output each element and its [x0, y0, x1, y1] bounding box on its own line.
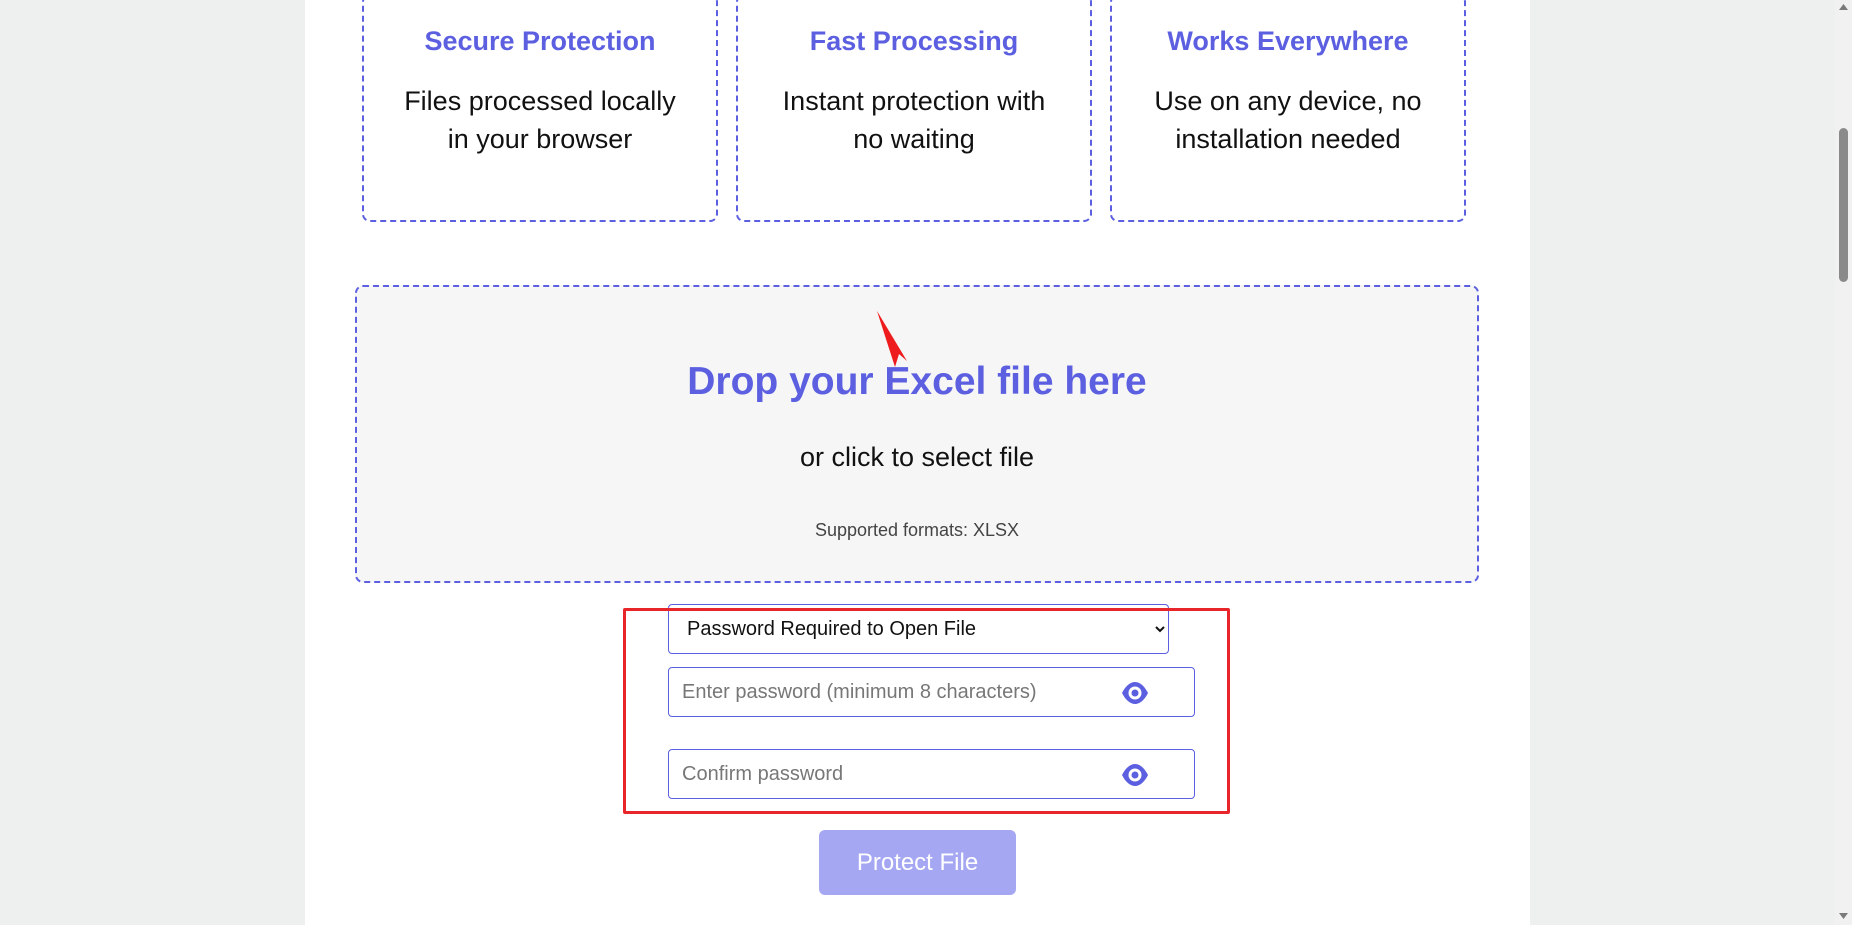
- eye-icon[interactable]: [1121, 679, 1149, 707]
- confirm-password-input[interactable]: [669, 750, 1109, 798]
- feature-title: Works Everywhere: [1167, 26, 1409, 56]
- feature-description: Use on any device, no installation neede…: [1154, 86, 1422, 154]
- file-dropzone[interactable]: Drop your Excel file here or click to se…: [355, 285, 1479, 583]
- dropzone-title: Drop your Excel file here: [687, 360, 1147, 403]
- protect-file-button[interactable]: Protect File: [819, 830, 1016, 895]
- cursor-arrow-icon: [877, 311, 907, 367]
- main-panel: Secure Protection Files processed locall…: [305, 0, 1530, 925]
- feature-title: Secure Protection: [424, 26, 656, 56]
- protection-type-select[interactable]: Password Required to Open File: [668, 604, 1169, 654]
- password-input[interactable]: [669, 668, 1109, 716]
- feature-description: Instant protection with no waiting: [782, 86, 1046, 154]
- dropzone-subtitle: or click to select file: [799, 442, 1035, 472]
- feature-card-everywhere: Works Everywhere Use on any device, no i…: [1110, 0, 1466, 222]
- feature-card-fast: Fast Processing Instant protection with …: [736, 0, 1092, 222]
- scroll-down-icon[interactable]: [1839, 911, 1848, 920]
- feature-list: Secure Protection Files processed locall…: [362, 0, 1466, 222]
- password-field: [668, 667, 1195, 717]
- feature-description: Files processed locally in your browser: [404, 86, 676, 154]
- scroll-up-icon[interactable]: [1839, 3, 1848, 12]
- confirm-password-field: [668, 749, 1195, 799]
- supported-formats: Supported formats: XLSX: [814, 520, 1020, 540]
- eye-icon[interactable]: [1121, 761, 1149, 789]
- feature-title: Fast Processing: [809, 26, 1019, 56]
- page-scrollbar[interactable]: [1835, 0, 1852, 925]
- feature-card-secure: Secure Protection Files processed locall…: [362, 0, 718, 222]
- scroll-thumb[interactable]: [1839, 128, 1848, 282]
